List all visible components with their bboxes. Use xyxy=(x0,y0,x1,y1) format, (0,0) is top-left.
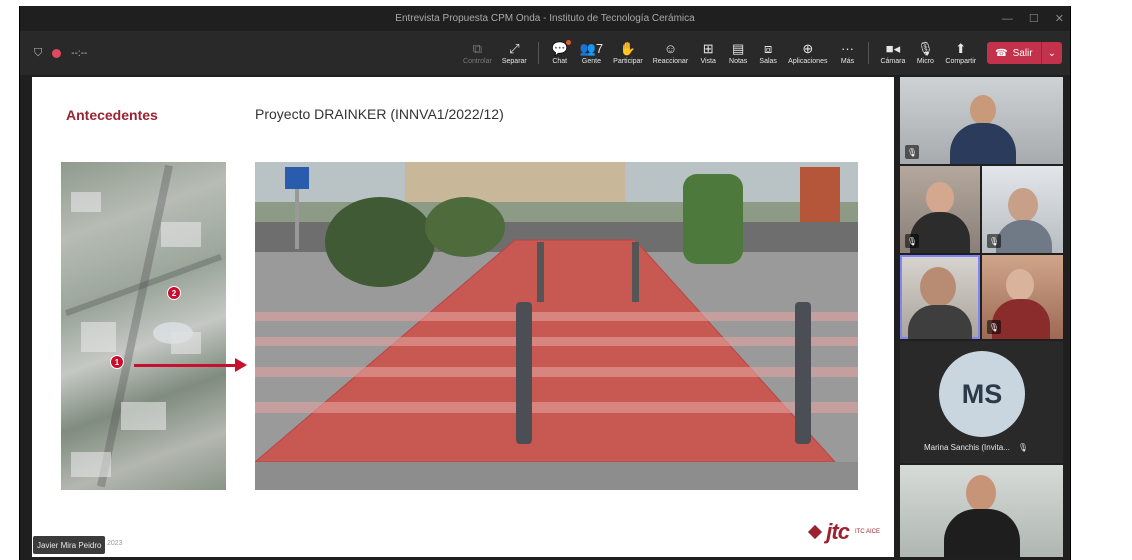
slide-year: 2023 xyxy=(107,540,123,547)
pop-out-button[interactable]: ⤢ Separar xyxy=(497,31,532,75)
maximize-icon[interactable]: ☐ xyxy=(1029,12,1039,25)
phone-icon: ☎ xyxy=(995,47,1008,59)
crosswalk-illustration xyxy=(255,162,858,490)
pop-out-icon: ⤢ xyxy=(509,41,520,56)
control-button[interactable]: ⧉ Controlar xyxy=(458,31,497,75)
rooms-button[interactable]: ⧈ Salas xyxy=(753,31,783,75)
speaker-name-tag: Javier Mira Peidro xyxy=(33,536,106,554)
minimize-icon[interactable]: — xyxy=(1002,13,1013,25)
people-icon: 👥7 xyxy=(579,41,604,56)
participant-tile-active-speaker[interactable] xyxy=(900,255,980,339)
share-icon: ⬆ xyxy=(955,41,967,56)
participant-tile[interactable]: 🎙 xyxy=(900,166,980,253)
mic-off-icon: 🎙 xyxy=(987,234,1001,248)
logo-subtext: ITC AICE xyxy=(854,529,880,535)
people-button-label: Gente xyxy=(581,58,601,65)
pointer-arrow xyxy=(134,364,238,367)
mic-off-icon: 🎙 xyxy=(1017,443,1028,452)
rooms-icon: ⧈ xyxy=(764,41,773,56)
itc-logo: jtc ITC AICE xyxy=(808,519,880,545)
meeting-timer: --:-- xyxy=(71,47,88,59)
react-button-label: Reaccionar xyxy=(652,58,689,65)
chat-button-label: Chat xyxy=(552,58,568,65)
window-title: Entrevista Propuesta CPM Onda - Institut… xyxy=(395,13,695,24)
diamond-icon xyxy=(808,524,823,540)
apps-button[interactable]: ⊕ Aplicaciones xyxy=(783,31,832,75)
leave-label: Salir xyxy=(1012,47,1033,59)
shared-slide: Antecedentes Proyecto DRAINKER (INNVA1/2… xyxy=(32,77,894,557)
more-button[interactable]: ··· Más xyxy=(832,31,862,75)
slide-title: Proyecto DRAINKER (INNVA1/2022/12) xyxy=(255,106,504,122)
avatar: MS xyxy=(939,351,1025,437)
mic-button[interactable]: 🎙 Micro xyxy=(910,31,940,75)
people-button[interactable]: 👥7 Gente xyxy=(575,31,608,75)
participant-tile[interactable]: 🎙 xyxy=(982,166,1063,253)
raise-hand-icon: ✋ xyxy=(619,41,637,56)
mic-off-icon: 🎙 xyxy=(905,145,919,159)
crosswalk-photo xyxy=(255,162,858,490)
mic-button-label: Micro xyxy=(916,58,934,65)
chevron-down-icon[interactable]: ⌄ xyxy=(1042,48,1062,59)
view-button[interactable]: ⊞ Vista xyxy=(693,31,723,75)
shield-icon: ⛉ xyxy=(34,46,43,59)
notes-icon: ▤ xyxy=(732,41,745,56)
mic-icon: 🎙 xyxy=(917,41,934,56)
unread-badge xyxy=(565,40,571,45)
participant-tile-avatar[interactable]: MS Marina Sanchis (Invita... 🎙 xyxy=(900,341,1063,463)
raise-hand-button[interactable]: ✋ Participar xyxy=(608,31,648,75)
share-button-label: Compartir xyxy=(945,58,977,65)
notes-button-label: Notas xyxy=(729,58,748,65)
more-button-label: Más xyxy=(840,58,855,65)
react-icon: ☺ xyxy=(663,41,678,56)
more-icon: ··· xyxy=(840,41,854,56)
meeting-toolbar: ⛉ --:-- ⧉ Controlar ⤢ Separar 💬 Chat 👥7 Gente ✋ P… xyxy=(20,31,1070,75)
control-button-label: Controlar xyxy=(463,58,492,65)
camera-button[interactable]: ■◂ Cámara xyxy=(875,31,910,75)
camera-icon: ■◂ xyxy=(885,41,901,56)
control-icon: ⧉ xyxy=(472,41,483,56)
toolbar-actions: ⧉ Controlar ⤢ Separar 💬 Chat 👥7 Gente ✋ Participa… xyxy=(458,31,1062,75)
pop-out-button-label: Separar xyxy=(501,58,527,65)
logo-text: jtc xyxy=(826,519,850,544)
notes-button[interactable]: ▤ Notas xyxy=(723,31,753,75)
map-marker-1: 1 xyxy=(110,355,124,369)
react-button[interactable]: ☺ Reaccionar xyxy=(648,31,693,75)
participant-name: Marina Sanchis (Invita... xyxy=(924,443,1010,452)
view-icon: ⊞ xyxy=(702,41,714,56)
mic-off-icon: 🎙 xyxy=(987,320,1001,334)
slide-heading: Antecedentes xyxy=(66,107,158,123)
raise-hand-button-label: Participar xyxy=(613,58,643,65)
mic-off-icon: 🎙 xyxy=(905,234,919,248)
title-bar: Entrevista Propuesta CPM Onda - Institut… xyxy=(20,6,1070,31)
toolbar-separator xyxy=(868,42,870,64)
apps-button-label: Aplicaciones xyxy=(788,58,828,65)
map-marker-2: 2 xyxy=(167,286,181,300)
chat-button[interactable]: 💬 Chat xyxy=(545,31,575,75)
share-button[interactable]: ⬆ Compartir xyxy=(940,31,981,75)
apps-icon: ⊕ xyxy=(802,41,814,56)
toolbar-separator xyxy=(537,42,539,64)
participant-tile[interactable]: 🎙 xyxy=(982,255,1063,339)
aerial-map-image: 2 1 xyxy=(61,162,226,490)
leave-button[interactable]: ☎ Salir ⌄ xyxy=(987,42,1062,64)
view-button-label: Vista xyxy=(700,58,716,65)
chat-icon: 💬 xyxy=(552,40,571,58)
pointer-arrow-head xyxy=(235,358,247,372)
recording-icon xyxy=(52,48,62,58)
participant-tile[interactable]: 🎙 xyxy=(900,77,1063,164)
camera-button-label: Cámara xyxy=(880,58,906,65)
participant-tile[interactable] xyxy=(900,465,1063,557)
teams-window: Entrevista Propuesta CPM Onda - Institut… xyxy=(19,6,1071,560)
close-icon[interactable]: ✕ xyxy=(1055,12,1064,25)
rooms-button-label: Salas xyxy=(759,58,777,65)
meeting-stage: Antecedentes Proyecto DRAINKER (INNVA1/2… xyxy=(20,75,1070,560)
